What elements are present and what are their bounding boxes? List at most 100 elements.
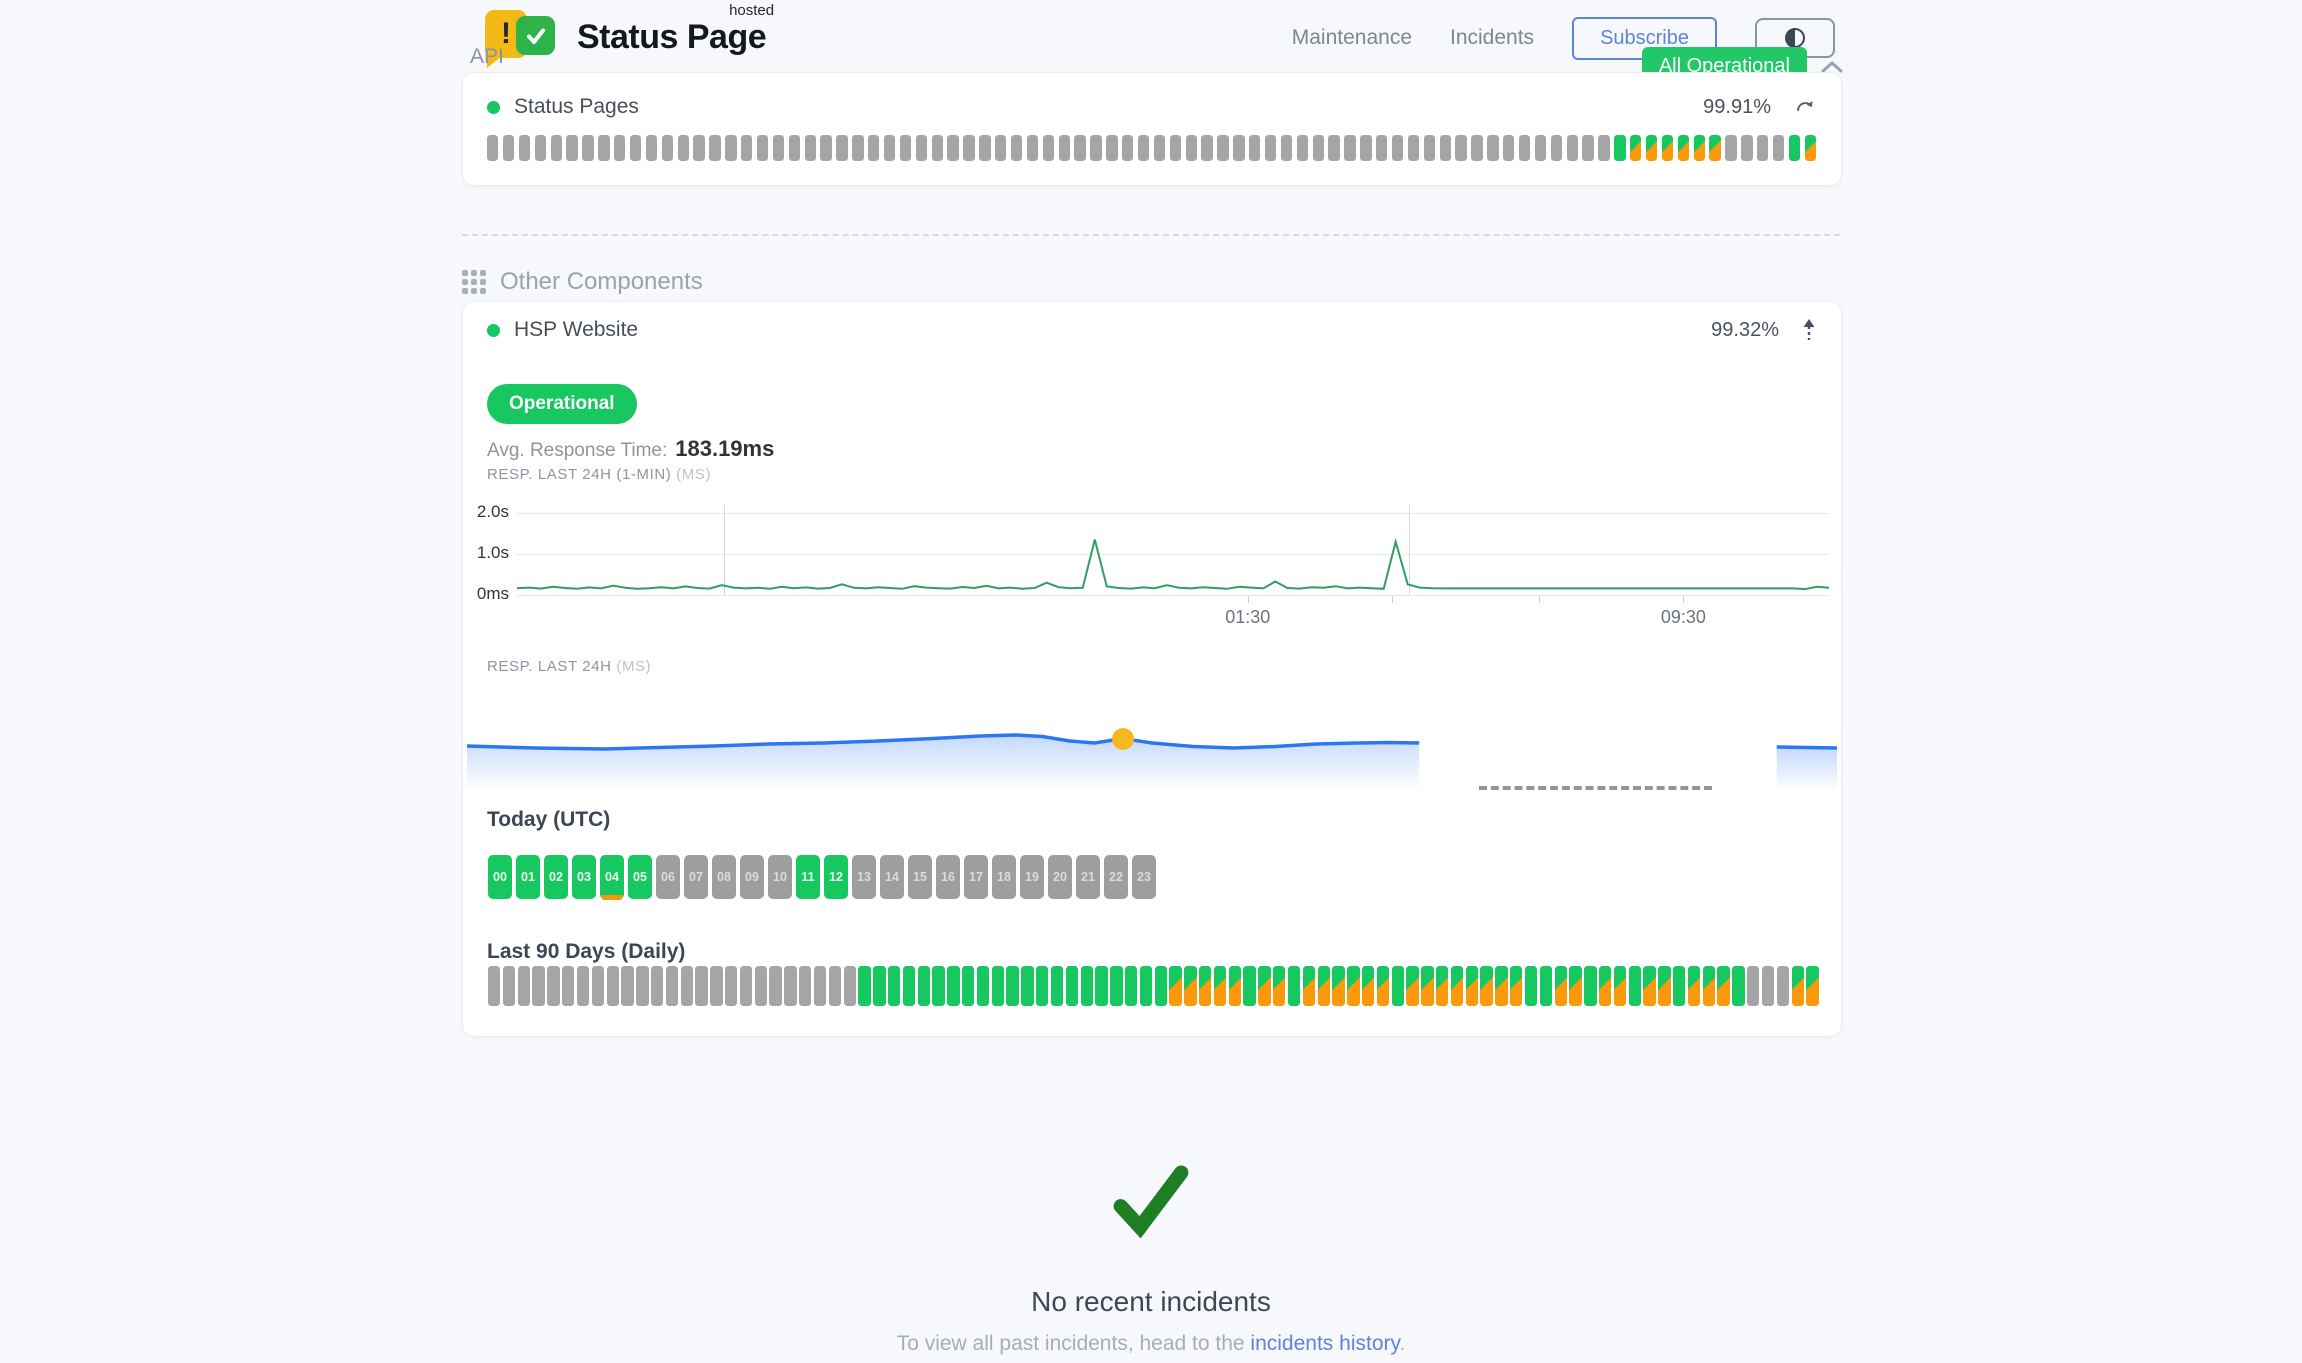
uptime-cell-degraded[interactable]	[1436, 966, 1448, 1006]
uptime-cell-no-data[interactable]	[1011, 135, 1022, 161]
uptime-cell-no-data[interactable]	[1297, 135, 1308, 161]
uptime-cell-degraded[interactable]	[1362, 966, 1374, 1006]
uptime-cell-no-data[interactable]	[1265, 135, 1276, 161]
uptime-cell-operational[interactable]	[932, 966, 944, 1006]
uptime-cell-operational[interactable]	[1392, 966, 1404, 1006]
uptime-cell-operational[interactable]	[947, 966, 959, 1006]
uptime-cell-degraded[interactable]	[1646, 135, 1657, 161]
uptime-cell-no-data[interactable]	[488, 966, 500, 1006]
uptime-cell-no-data[interactable]	[1747, 966, 1759, 1006]
uptime-cell-no-data[interactable]	[995, 135, 1006, 161]
uptime-cell-degraded[interactable]	[1805, 135, 1816, 161]
uptime-cell-operational[interactable]	[962, 966, 974, 1006]
uptime-cell-operational[interactable]	[918, 966, 930, 1006]
refresh-icon[interactable]	[1793, 95, 1817, 119]
uptime-cell-operational[interactable]	[1540, 966, 1552, 1006]
uptime-cell-operational[interactable]	[1021, 966, 1033, 1006]
uptime-cell-no-data[interactable]	[1376, 135, 1387, 161]
uptime-cell-no-data[interactable]	[1471, 135, 1482, 161]
uptime-cell-no-data[interactable]	[614, 135, 625, 161]
hour-block-19[interactable]: 19	[1020, 855, 1044, 899]
uptime-cell-no-data[interactable]	[1360, 135, 1371, 161]
uptime-cell-no-data[interactable]	[1440, 135, 1451, 161]
uptime-cell-operational[interactable]	[992, 966, 1004, 1006]
uptime-cell-operational[interactable]	[1288, 966, 1300, 1006]
uptime-cell-no-data[interactable]	[789, 135, 800, 161]
uptime-cell-operational[interactable]	[1110, 966, 1122, 1006]
uptime-cell-no-data[interactable]	[1090, 135, 1101, 161]
uptime-cell-operational[interactable]	[1614, 135, 1625, 161]
uptime-cell-no-data[interactable]	[757, 135, 768, 161]
uptime-cell-no-data[interactable]	[773, 135, 784, 161]
uptime-cell-no-data[interactable]	[1535, 135, 1546, 161]
uptime-cell-no-data[interactable]	[577, 966, 589, 1006]
uptime-cell-operational[interactable]	[1036, 966, 1048, 1006]
uptime-cell-degraded[interactable]	[1184, 966, 1196, 1006]
nav-maintenance[interactable]: Maintenance	[1292, 26, 1412, 50]
uptime-cell-degraded[interactable]	[1199, 966, 1211, 1006]
uptime-cell-operational[interactable]	[1006, 966, 1018, 1006]
uptime-cell-no-data[interactable]	[947, 135, 958, 161]
hour-block-06[interactable]: 06	[656, 855, 680, 899]
uptime-cell-no-data[interactable]	[532, 966, 544, 1006]
uptime-cell-no-data[interactable]	[725, 135, 736, 161]
uptime-cell-degraded[interactable]	[1717, 966, 1729, 1006]
uptime-cell-no-data[interactable]	[784, 966, 796, 1006]
uptime-cell-operational[interactable]	[1243, 966, 1255, 1006]
uptime-cell-operational[interactable]	[1789, 135, 1800, 161]
uptime-cell-no-data[interactable]	[1777, 966, 1789, 1006]
uptime-cell-no-data[interactable]	[963, 135, 974, 161]
uptime-cell-no-data[interactable]	[829, 966, 841, 1006]
uptime-cell-degraded[interactable]	[1792, 966, 1804, 1006]
uptime-cell-operational[interactable]	[1095, 966, 1107, 1006]
uptime-cell-no-data[interactable]	[1249, 135, 1260, 161]
uptime-cell-no-data[interactable]	[535, 135, 546, 161]
hour-block-10[interactable]: 10	[768, 855, 792, 899]
uptime-cell-no-data[interactable]	[582, 135, 593, 161]
uptime-cell-degraded[interactable]	[1273, 966, 1285, 1006]
uptime-cell-no-data[interactable]	[1598, 135, 1609, 161]
hour-block-08[interactable]: 08	[712, 855, 736, 899]
chart-marker-dot[interactable]	[1112, 728, 1134, 750]
uptime-cell-no-data[interactable]	[814, 966, 826, 1006]
uptime-cell-degraded[interactable]	[1703, 966, 1715, 1006]
uptime-cell-no-data[interactable]	[503, 135, 514, 161]
hour-block-15[interactable]: 15	[908, 855, 932, 899]
hour-block-12[interactable]: 12	[824, 855, 848, 899]
uptime-cell-operational[interactable]	[1125, 966, 1137, 1006]
uptime-cell-no-data[interactable]	[651, 966, 663, 1006]
uptime-cell-no-data[interactable]	[1741, 135, 1752, 161]
uptime-cell-degraded[interactable]	[1258, 966, 1270, 1006]
uptime-cell-no-data[interactable]	[681, 966, 693, 1006]
uptime-cell-no-data[interactable]	[1487, 135, 1498, 161]
uptime-cell-no-data[interactable]	[1106, 135, 1117, 161]
uptime-cell-no-data[interactable]	[979, 135, 990, 161]
uptime-cell-no-data[interactable]	[646, 135, 657, 161]
uptime-cell-degraded[interactable]	[1643, 966, 1655, 1006]
uptime-cell-no-data[interactable]	[884, 135, 895, 161]
uptime-cell-no-data[interactable]	[1567, 135, 1578, 161]
incidents-history-link[interactable]: incidents history	[1250, 1332, 1399, 1355]
uptime-cell-no-data[interactable]	[1503, 135, 1514, 161]
uptime-cell-no-data[interactable]	[932, 135, 943, 161]
uptime-cell-no-data[interactable]	[740, 966, 752, 1006]
uptime-cell-no-data[interactable]	[636, 966, 648, 1006]
uptime-cell-no-data[interactable]	[1313, 135, 1324, 161]
uptime-cell-no-data[interactable]	[503, 966, 515, 1006]
uptime-cell-no-data[interactable]	[1217, 135, 1228, 161]
uptime-cell-degraded[interactable]	[1466, 966, 1478, 1006]
hour-block-18[interactable]: 18	[992, 855, 1016, 899]
hour-block-13[interactable]: 13	[852, 855, 876, 899]
uptime-cell-operational[interactable]	[873, 966, 885, 1006]
uptime-cell-no-data[interactable]	[1281, 135, 1292, 161]
uptime-cell-no-data[interactable]	[852, 135, 863, 161]
uptime-cell-no-data[interactable]	[836, 135, 847, 161]
arrow-up-dotted-icon[interactable]	[1801, 317, 1817, 343]
uptime-cell-no-data[interactable]	[1519, 135, 1530, 161]
hour-block-17[interactable]: 17	[964, 855, 988, 899]
hour-block-21[interactable]: 21	[1076, 855, 1100, 899]
uptime-cell-no-data[interactable]	[1074, 135, 1085, 161]
uptime-cell-no-data[interactable]	[820, 135, 831, 161]
uptime-cell-no-data[interactable]	[518, 966, 530, 1006]
uptime-cell-no-data[interactable]	[844, 966, 856, 1006]
